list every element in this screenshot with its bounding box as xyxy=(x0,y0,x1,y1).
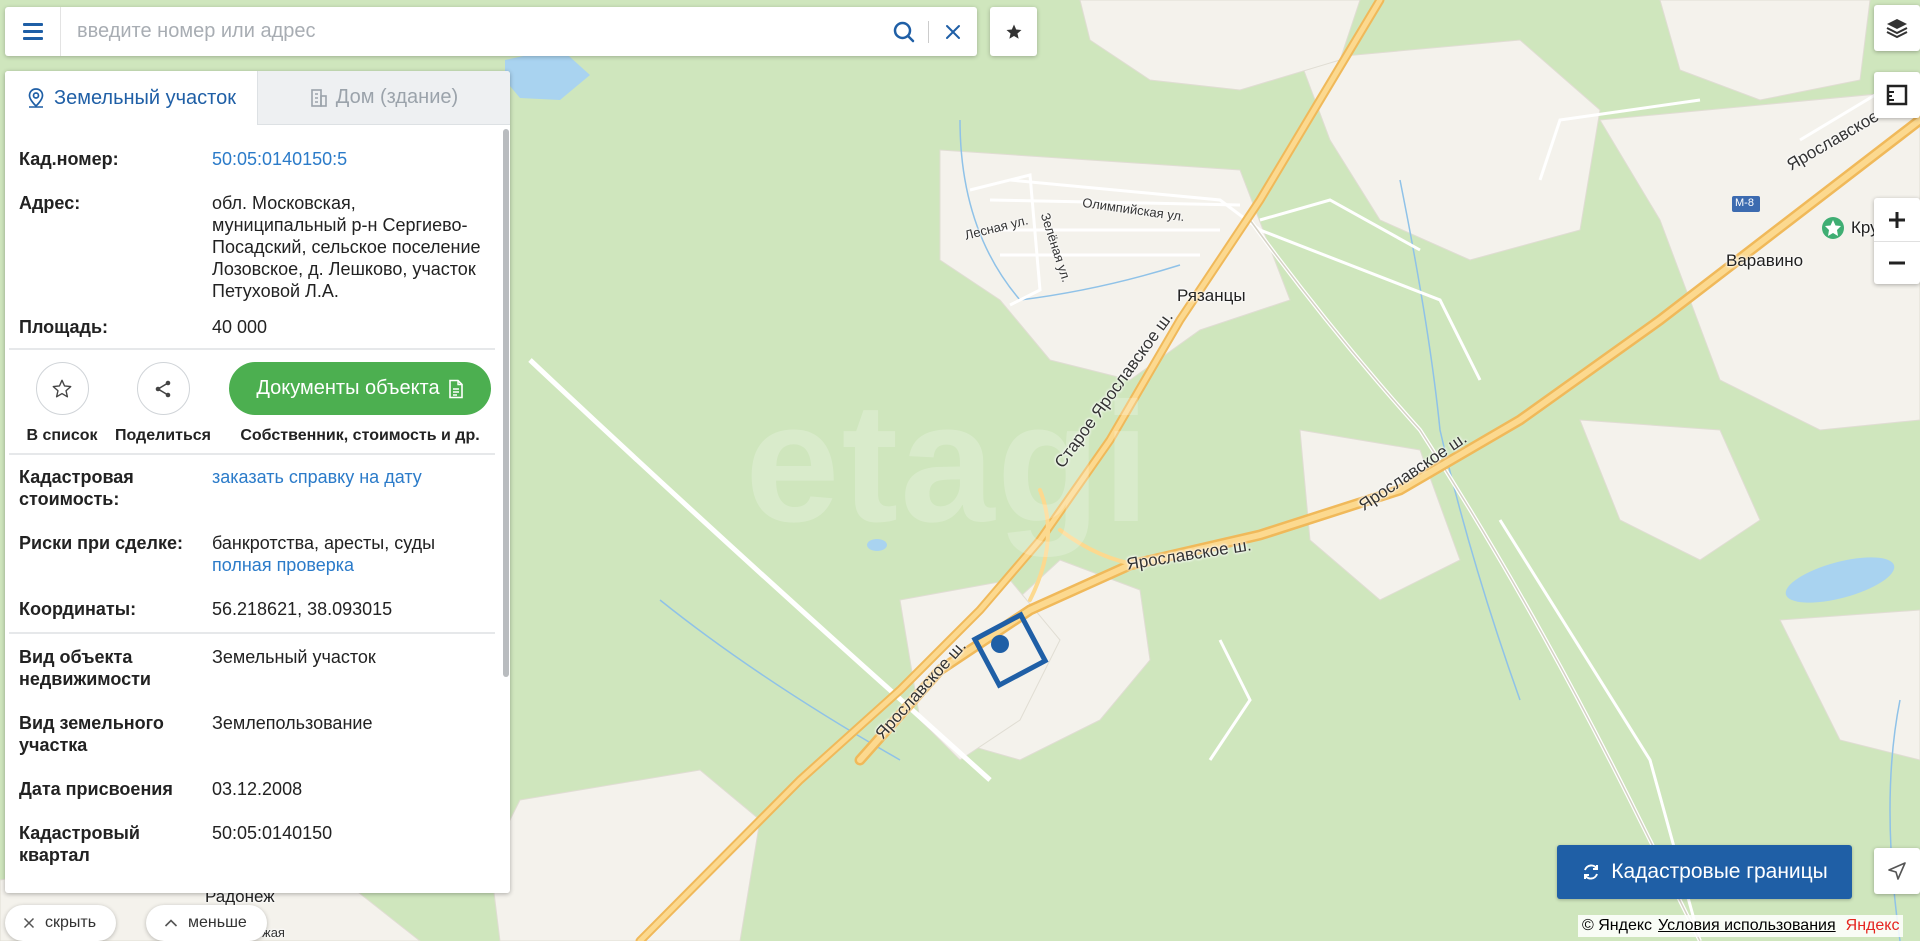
row-cad-number: Кад.номер: 50:05:0140150:5 xyxy=(5,148,505,170)
row-address: Адрес: обл. Московская, муниципальный р-… xyxy=(5,192,505,302)
tab-land-plot-label: Земельный участок xyxy=(53,86,236,109)
yandex-logo[interactable]: Яндекс xyxy=(1846,917,1900,935)
risks-label: Риски при сделке: xyxy=(19,533,183,553)
navigation-arrow-icon xyxy=(1888,862,1906,880)
label-ryazantsy: Рязанцы xyxy=(1177,286,1246,305)
cad-number-label: Кад.номер: xyxy=(19,149,119,169)
area-label: Площадь: xyxy=(19,317,109,337)
refresh-icon xyxy=(1584,864,1599,880)
building-icon xyxy=(310,88,327,107)
address-value: обл. Московская, муниципальный р-н Серги… xyxy=(212,193,481,301)
cadastral-borders-label: Кадастровые границы xyxy=(1611,860,1828,883)
search-bar xyxy=(5,7,977,56)
add-to-list-button[interactable]: В список xyxy=(15,362,109,445)
menu-button[interactable] xyxy=(5,7,61,56)
panel-scrollbar[interactable] xyxy=(503,129,509,677)
area-value: 40 000 xyxy=(212,317,268,337)
row-date: Дата присвоения 03.12.2008 xyxy=(5,778,505,800)
attribution-copyright: © Яндекс xyxy=(1582,917,1653,934)
coords-value: 56.218621, 38.093015 xyxy=(212,599,393,619)
add-to-list-label: В список xyxy=(26,427,98,444)
row-object-type: Вид объекта недвижимости Земельный участ… xyxy=(5,646,505,690)
terms-link[interactable]: Условия использования xyxy=(1658,917,1836,935)
order-certificate-link[interactable]: заказать справку на дату xyxy=(212,466,491,510)
label-varavino: Варавино xyxy=(1726,251,1804,270)
date-label: Дата присвоения xyxy=(19,779,173,799)
land-type-value: Землепользование xyxy=(212,713,373,733)
document-icon xyxy=(448,379,463,398)
object-type-value: Земельный участок xyxy=(212,647,376,667)
divider xyxy=(9,632,495,634)
risks-text: банкротства, аресты, суды xyxy=(212,533,436,553)
tab-building[interactable]: Дом (здание) xyxy=(257,71,510,125)
cad-number-link[interactable]: 50:05:0140150:5 xyxy=(212,148,491,170)
object-documents-label: Документы объекта xyxy=(256,377,440,399)
action-bar: В список Поделиться Документы объекта Со… xyxy=(5,350,505,453)
cadastral-borders-button[interactable]: Кадастровые границы xyxy=(1557,845,1852,899)
ruler-icon xyxy=(1886,84,1908,106)
coords-label: Координаты: xyxy=(19,599,137,619)
minus-icon xyxy=(1889,261,1905,265)
object-documents-caption: Собственник, стоимость и др. xyxy=(240,427,480,444)
risks-value: банкротства, аресты, суды полная проверк… xyxy=(212,532,491,576)
etagi-watermark: etagi xyxy=(745,368,1152,558)
search-input[interactable] xyxy=(61,7,880,56)
show-less-label: меньше xyxy=(188,914,247,931)
hide-panel-button[interactable]: скрыть xyxy=(5,905,117,941)
tab-land-plot[interactable]: Земельный участок xyxy=(5,71,257,125)
address-label: Адрес: xyxy=(19,193,81,213)
zoom-out-button[interactable] xyxy=(1874,241,1920,284)
panel-content[interactable]: Кад.номер: 50:05:0140150:5 Адрес: обл. М… xyxy=(5,125,505,893)
date-value: 03.12.2008 xyxy=(212,779,303,799)
hamburger-icon xyxy=(22,21,43,42)
search-button[interactable] xyxy=(880,7,928,56)
row-coords: Координаты: 56.218621, 38.093015 xyxy=(5,598,505,620)
land-type-label: Вид земельного участка xyxy=(19,713,164,755)
add-to-list-circle xyxy=(35,362,89,415)
row-quarter: Кадастровый квартал 50:05:0140150 xyxy=(5,822,505,866)
show-less-button[interactable]: меньше xyxy=(146,905,267,941)
object-documents: Документы объекта Собственник, стоимость… xyxy=(227,362,493,445)
row-cad-cost: Кадастровая стоимость: заказать справку … xyxy=(5,466,505,510)
cad-cost-label: Кадастровая стоимость: xyxy=(19,467,134,509)
row-land-type: Вид земельного участка Землепользование xyxy=(5,712,505,756)
quarter-label: Кадастровый квартал xyxy=(19,823,140,865)
share-circle xyxy=(136,362,190,415)
share-icon xyxy=(155,380,171,397)
object-type-label: Вид объекта недвижимости xyxy=(19,647,151,689)
zoom-controls xyxy=(1874,198,1920,284)
map-attribution: © Яндекс Условия использования Яндекс xyxy=(1578,915,1904,937)
object-documents-button[interactable]: Документы объекта xyxy=(229,362,491,415)
close-icon xyxy=(946,24,960,39)
share-label: Поделиться xyxy=(114,427,212,444)
row-area: Площадь: 40 000 xyxy=(5,316,505,338)
quarter-value: 50:05:0140150 xyxy=(212,823,333,843)
map-pin-icon xyxy=(28,88,44,108)
close-icon xyxy=(23,917,35,929)
share-button[interactable]: Поделиться xyxy=(109,362,217,445)
plus-icon xyxy=(1889,211,1905,228)
ruler-button[interactable] xyxy=(1874,72,1920,118)
row-risks: Риски при сделке: банкротства, аресты, с… xyxy=(5,532,505,576)
hide-panel-label: скрыть xyxy=(45,914,97,931)
divider xyxy=(9,453,495,455)
favorites-button[interactable] xyxy=(990,7,1037,56)
clear-search-button[interactable] xyxy=(929,7,977,56)
layers-button[interactable] xyxy=(1874,5,1920,51)
layers-icon xyxy=(1886,19,1908,39)
star-icon xyxy=(1006,24,1021,39)
panel-tabs: Земельный участок Дом (здание) xyxy=(5,71,510,125)
object-info-panel: Земельный участок Дом (здание) Кад.номер… xyxy=(5,71,510,893)
star-outline-icon xyxy=(52,379,72,397)
m8-shield: М-8 xyxy=(1735,197,1754,209)
search-icon xyxy=(893,21,915,42)
tab-building-label: Дом (здание) xyxy=(335,86,459,108)
chevron-up-icon xyxy=(164,919,178,927)
geolocation-button[interactable] xyxy=(1874,848,1920,894)
full-check-link[interactable]: полная проверка xyxy=(212,554,491,576)
zoom-in-button[interactable] xyxy=(1874,198,1920,241)
